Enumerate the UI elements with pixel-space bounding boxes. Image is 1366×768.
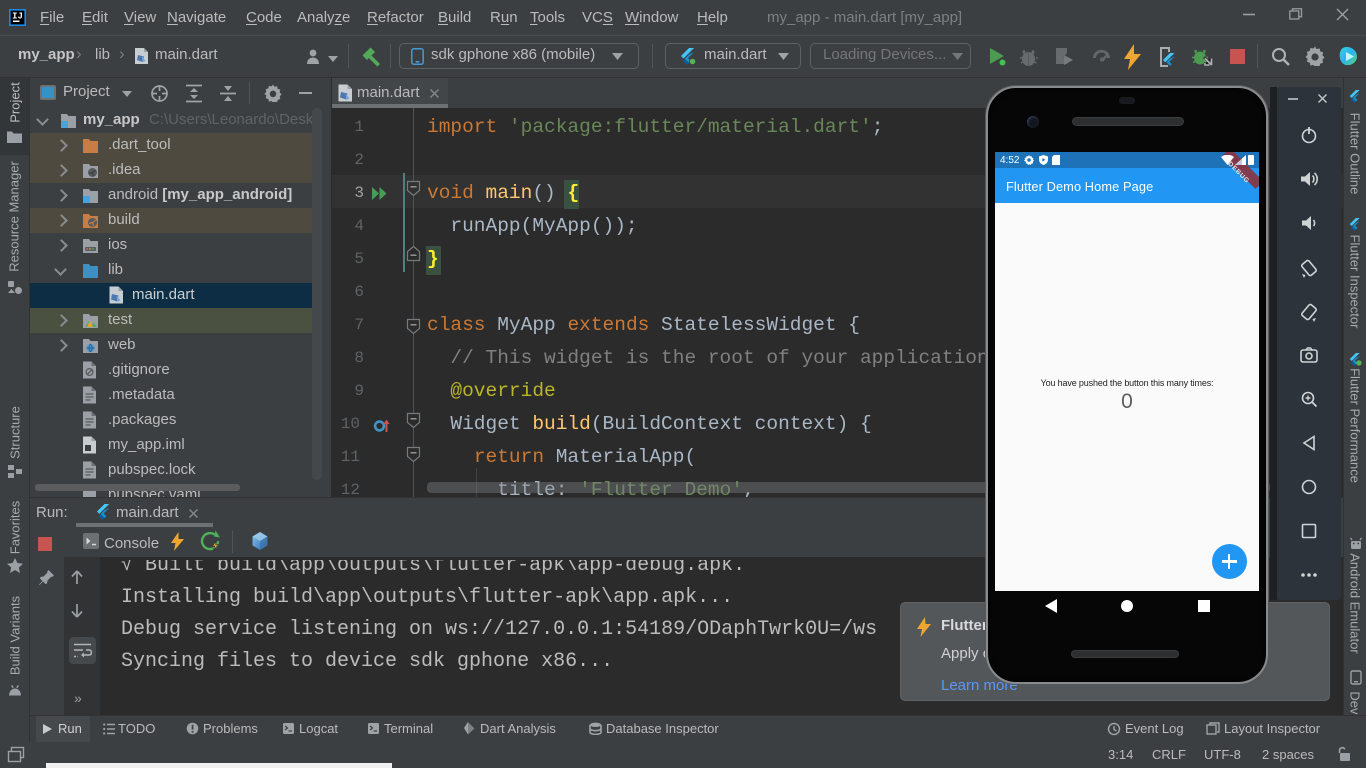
svg-text:IJ: IJ xyxy=(12,12,23,22)
